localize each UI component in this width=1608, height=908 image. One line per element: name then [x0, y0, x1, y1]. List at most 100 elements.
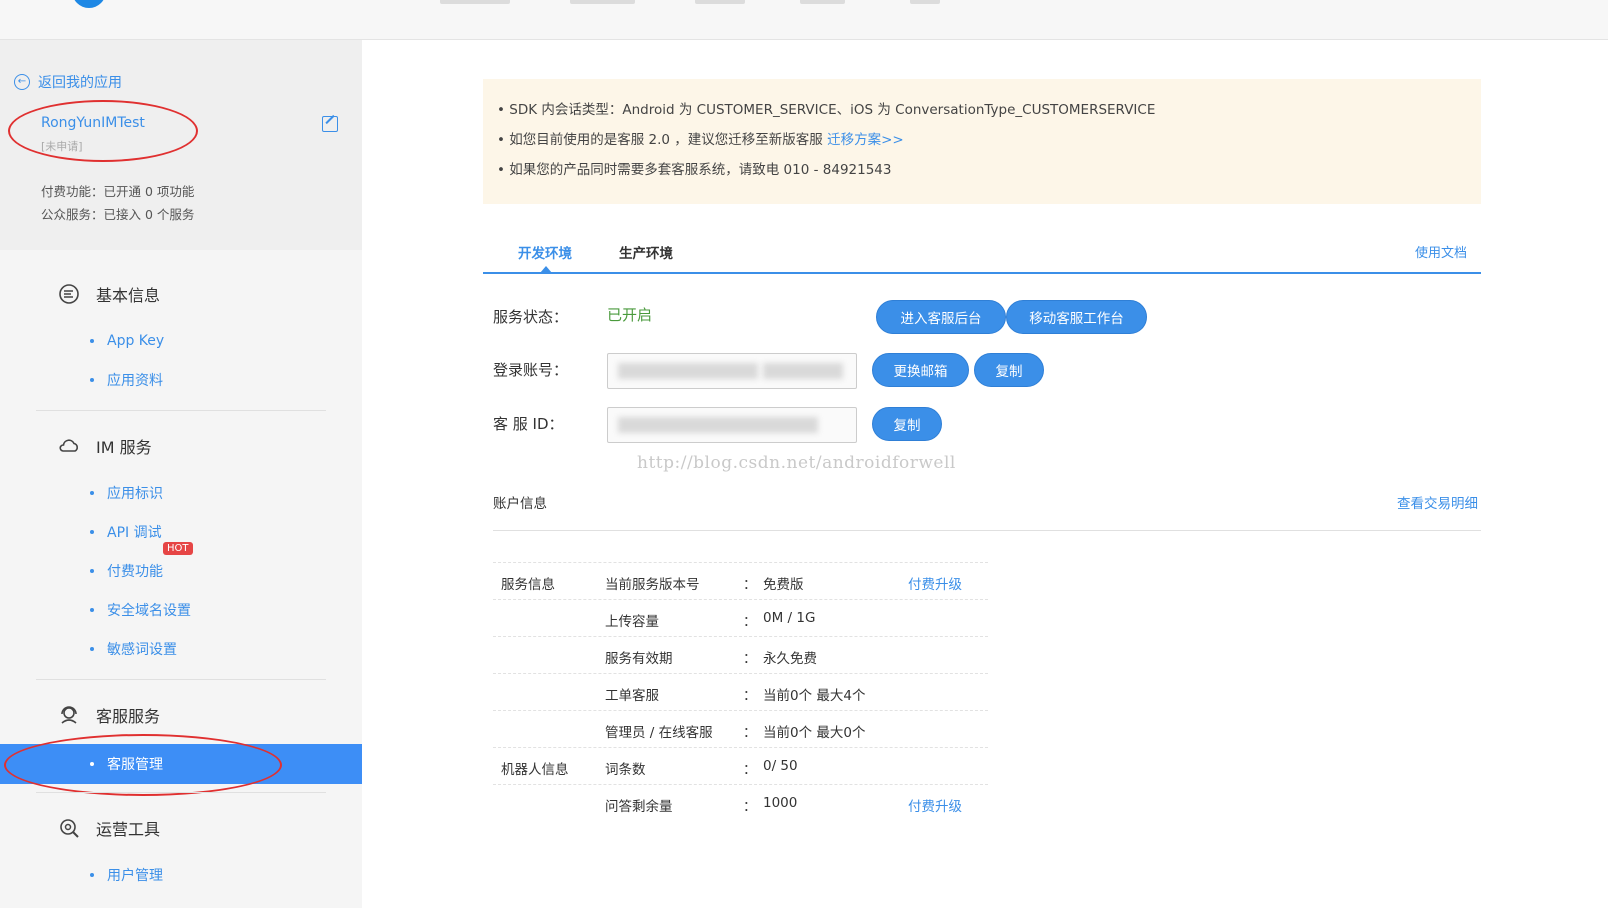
hot-badge: HOT — [163, 542, 193, 555]
enter-kf-backend-button[interactable]: 进入客服后台 — [876, 300, 1006, 334]
menu-label: API 调试 — [107, 525, 162, 541]
row-value: 当前0个 最大4个 — [763, 688, 866, 704]
section-title: 基本信息 — [96, 286, 161, 305]
row-key: 工单客服 — [605, 688, 659, 704]
section-basic-info: 基本信息 — [58, 282, 160, 306]
nav-item-clipped[interactable] — [800, 0, 845, 4]
list-circle-icon — [58, 283, 80, 305]
brand-logo[interactable] — [72, 0, 106, 8]
sidebar-item-app-profile[interactable]: 应用资料 — [0, 361, 362, 399]
search-gear-icon — [58, 817, 80, 839]
nav-item-clipped[interactable] — [910, 0, 940, 4]
bullet-icon — [90, 873, 94, 877]
bullet-icon — [90, 339, 94, 343]
divider — [36, 679, 326, 680]
section-ops-tools: 运营工具 — [58, 816, 160, 840]
row-value: 0/ 50 — [763, 758, 798, 774]
row-group-label: 机器人信息 — [501, 762, 569, 778]
kf-id-label: 客 服 ID： — [493, 415, 564, 433]
change-email-button[interactable]: 更换邮箱 — [872, 353, 969, 387]
section-customer-service: 客服服务 — [58, 703, 160, 727]
active-tab-caret — [540, 266, 552, 273]
menu-label: 敏感词设置 — [107, 642, 177, 658]
bullet-icon — [90, 491, 94, 495]
row-value: 0M / 1G — [763, 610, 816, 626]
table-row: 问答剩余量 ： 1000 付费升级 — [493, 784, 988, 821]
sidebar-item-app-identity[interactable]: 应用标识 — [0, 474, 362, 512]
watermark: http://blog.csdn.net/androidforwell — [637, 453, 956, 473]
menu-label: 安全域名设置 — [107, 603, 191, 619]
nav-item-clipped[interactable] — [570, 0, 635, 4]
section-title: IM 服务 — [96, 438, 152, 457]
tab-dev-env[interactable]: 开发环境 — [518, 242, 572, 262]
copy-kf-id-button[interactable]: 复制 — [872, 407, 942, 441]
row-key: 词条数 — [605, 762, 646, 778]
sidebar-item-safe-domain[interactable]: 安全域名设置 — [0, 591, 362, 629]
notice-line: • SDK 内会话类型：Android 为 CUSTOMER_SERVICE、i… — [497, 102, 1156, 118]
upgrade-link[interactable]: 付费升级 — [908, 573, 962, 593]
row-value: 永久免费 — [763, 651, 817, 667]
sidebar: ← 返回我的应用 RongYunIMTest [未申请] 付费功能：已开通 0 … — [0, 40, 362, 908]
login-account-field[interactable] — [607, 353, 857, 389]
table-row: 服务有效期 ： 永久免费 — [493, 636, 988, 673]
headset-icon — [58, 704, 80, 726]
app-status: [未申请] — [41, 140, 83, 153]
notice-text: • 如您目前使用的是客服 2.0 ，建议您迁移至新版客服 — [497, 132, 828, 148]
upgrade-link[interactable]: 付费升级 — [908, 795, 962, 815]
account-info-table: 服务信息 当前服务版本号 ： 免费版 付费升级 上传容量 ： 0M / 1G 服… — [493, 562, 988, 821]
row-colon: ： — [743, 614, 757, 630]
notice-box: • SDK 内会话类型：Android 为 CUSTOMER_SERVICE、i… — [483, 79, 1481, 204]
redacted-text — [618, 417, 818, 433]
row-value: 1000 — [763, 795, 798, 811]
section-title: 运营工具 — [96, 820, 161, 839]
kf-id-field[interactable] — [607, 407, 857, 443]
public-services-summary: 公众服务：已接入 0 个服务 — [41, 207, 195, 222]
arrow-left-icon: ← — [14, 74, 30, 90]
sidebar-item-sensitive-words[interactable]: 敏感词设置 — [0, 630, 362, 668]
mobile-workbench-button[interactable]: 移动客服工作台 — [1006, 300, 1147, 334]
menu-label: App Key — [107, 333, 165, 349]
view-transactions-link[interactable]: 查看交易明细 — [1397, 492, 1478, 512]
menu-label: 应用资料 — [107, 373, 163, 389]
table-row: 机器人信息 词条数 ： 0/ 50 — [493, 747, 988, 784]
section-im-service: IM 服务 — [58, 434, 152, 458]
tab-prod-env[interactable]: 生产环境 — [619, 242, 673, 262]
bullet-icon — [90, 378, 94, 382]
edit-icon[interactable] — [322, 116, 338, 132]
table-row: 服务信息 当前服务版本号 ： 免费版 付费升级 — [493, 562, 988, 599]
copy-account-button[interactable]: 复制 — [974, 353, 1044, 387]
table-row: 工单客服 ： 当前0个 最大4个 — [493, 673, 988, 710]
cloud-icon — [58, 435, 80, 457]
row-key: 问答剩余量 — [605, 799, 673, 815]
docs-link[interactable]: 使用文档 — [1415, 242, 1467, 261]
app-name[interactable]: RongYunIMTest — [41, 115, 145, 131]
bullet-icon — [90, 608, 94, 612]
row-key: 当前服务版本号 — [605, 577, 700, 593]
nav-item-clipped[interactable] — [440, 0, 510, 4]
row-colon: ： — [743, 577, 757, 593]
bullet-icon — [90, 762, 94, 766]
row-colon: ： — [743, 799, 757, 815]
bullet-icon — [90, 569, 94, 573]
divider — [493, 530, 1481, 531]
row-colon: ： — [743, 651, 757, 667]
nav-item-clipped[interactable] — [695, 0, 745, 4]
login-account-label: 登录账号： — [493, 361, 569, 379]
sidebar-item-kf-management[interactable]: 客服管理 — [0, 744, 362, 784]
divider — [36, 410, 326, 411]
row-colon: ： — [743, 762, 757, 778]
account-info-title: 账户信息 — [493, 496, 547, 512]
row-value: 当前0个 最大0个 — [763, 725, 866, 741]
redacted-text — [618, 363, 758, 379]
service-status-value: 已开启 — [607, 306, 653, 324]
row-key: 管理员 / 在线客服 — [605, 725, 713, 741]
service-status-label: 服务状态： — [493, 308, 569, 326]
row-key: 服务有效期 — [605, 651, 673, 667]
sidebar-item-user-management[interactable]: 用户管理 — [0, 856, 362, 894]
bullet-icon — [90, 530, 94, 534]
section-title: 客服服务 — [96, 707, 161, 726]
back-to-apps-link[interactable]: ← 返回我的应用 — [14, 72, 122, 92]
sidebar-item-app-key[interactable]: App Key — [0, 322, 362, 360]
migration-plan-link[interactable]: 迁移方案>> — [827, 132, 904, 148]
sidebar-item-paid-features[interactable]: 付费功能 HOT — [0, 542, 362, 590]
